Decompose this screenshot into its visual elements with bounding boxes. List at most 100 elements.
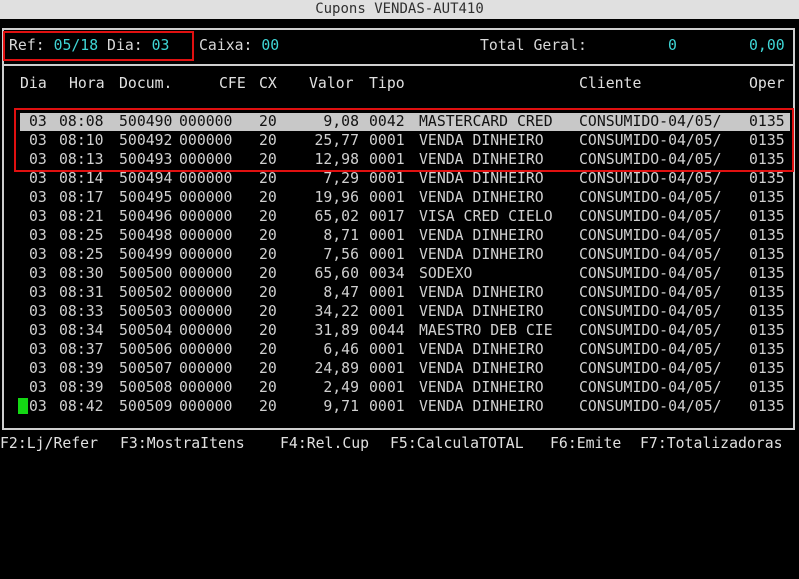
cell-cx: 20 [259, 246, 277, 263]
cell-valor: 8,71 [323, 227, 359, 244]
cell-tipo: VISA CRED CIELO [419, 208, 553, 225]
cell-cx: 20 [259, 398, 277, 415]
cell-hora: 08:39 [59, 379, 104, 396]
cell-hora: 08:39 [59, 360, 104, 377]
cell-cx: 20 [259, 113, 277, 130]
table-row[interactable]: 03 08:39 500507 000000 20 24,89 0001 VENDA DINH… [20, 360, 790, 378]
f5-key[interactable]: F5:CalculaTOTAL [390, 435, 524, 453]
cell-docum: 500500 [119, 265, 173, 282]
table-row[interactable]: 03 08:34 500504 000000 20 31,89 0044 MAESTRO DE… [20, 322, 790, 340]
cell-cfe: 000000 [179, 227, 233, 244]
f4-key[interactable]: F4:Rel.Cup [280, 435, 369, 453]
table-row[interactable]: 03 08:30 500500 000000 20 65,60 0034 SODEXO CONS… [20, 265, 790, 283]
cell-dia: 03 [29, 303, 47, 320]
dia-value[interactable]: 03 [152, 37, 170, 54]
table-row[interactable]: 03 08:21 500496 000000 20 65,02 0017 VISA CRED … [20, 208, 790, 226]
cell-dia: 03 [29, 379, 47, 396]
cell-valor: 7,29 [323, 170, 359, 187]
cell-dia: 03 [29, 265, 47, 282]
table-row[interactable]: 03 08:39 500508 000000 20 2,49 0001 VENDA DINHE… [20, 379, 790, 397]
cell-cfe: 000000 [179, 303, 233, 320]
cell-docum: 500506 [119, 341, 173, 358]
cell-cod: 0001 [369, 303, 405, 320]
cell-oper: 0135 [749, 265, 785, 282]
cell-cfe: 000000 [179, 189, 233, 206]
cell-valor: 12,98 [314, 151, 359, 168]
cell-cx: 20 [259, 189, 277, 206]
cell-cx: 20 [259, 208, 277, 225]
cell-docum: 500503 [119, 303, 173, 320]
cell-oper: 0135 [749, 360, 785, 377]
table-row[interactable]: 03 08:25 500499 000000 20 7,56 0001 VENDA DINHE… [20, 246, 790, 264]
cell-cod: 0001 [369, 170, 405, 187]
col-tipo: Tipo [369, 75, 405, 92]
cell-cx: 20 [259, 265, 277, 282]
ref-dia-field[interactable]: Ref: 05/18 Dia: 03 [9, 37, 169, 55]
table-row[interactable]: 03 08:10 500492 000000 20 25,77 0001 VENDA DINH… [20, 132, 790, 150]
f2-key[interactable]: F2:Lj/Refer [0, 435, 98, 453]
cell-oper: 0135 [749, 151, 785, 168]
cell-tipo: MASTERCARD CRED [419, 113, 553, 130]
cell-hora: 08:25 [59, 246, 104, 263]
f3-key[interactable]: F3:MostraItens [120, 435, 245, 453]
ref-value[interactable]: 05/18 [54, 37, 99, 54]
cell-valor: 6,46 [323, 341, 359, 358]
cell-hora: 08:37 [59, 341, 104, 358]
cell-cod: 0001 [369, 132, 405, 149]
cell-cod: 0034 [369, 265, 405, 282]
cell-cx: 20 [259, 322, 277, 339]
cell-oper: 0135 [749, 170, 785, 187]
cell-oper: 0135 [749, 379, 785, 396]
table-row[interactable]: 03 08:42 500509 000000 20 9,71 0001 VENDA DINHE… [20, 398, 790, 416]
table-row[interactable]: 03 08:37 500506 000000 20 6,46 0001 VENDA DINHE… [20, 341, 790, 359]
table-row[interactable]: 03 08:17 500495 000000 20 19,96 0001 VENDA DINH… [20, 189, 790, 207]
col-hora: Hora [69, 75, 105, 92]
cell-tipo: VENDA DINHEIRO [419, 379, 544, 396]
cell-valor: 31,89 [314, 322, 359, 339]
dia-label: Dia: [107, 37, 143, 54]
cell-dia: 03 [29, 360, 47, 377]
col-docum: Docum. [119, 75, 173, 92]
table-row[interactable]: 03 08:33 500503 000000 20 34,22 0001 VENDA DINH… [20, 303, 790, 321]
cell-hora: 08:33 [59, 303, 104, 320]
cell-cod: 0001 [369, 189, 405, 206]
cell-tipo: VENDA DINHEIRO [419, 398, 544, 415]
text-cursor [18, 398, 28, 414]
cell-valor: 2,49 [323, 379, 359, 396]
total-count: 0 [668, 37, 677, 54]
cell-hora: 08:30 [59, 265, 104, 282]
f6-key[interactable]: F6:Emite [550, 435, 621, 453]
cell-cod: 0001 [369, 151, 405, 168]
cell-cod: 0044 [369, 322, 405, 339]
cell-cfe: 000000 [179, 170, 233, 187]
ref-label: Ref: [9, 37, 45, 54]
f7-key[interactable]: F7:Totalizadoras [640, 435, 783, 453]
cell-oper: 0135 [749, 227, 785, 244]
cell-cfe: 000000 [179, 265, 233, 282]
cell-cliente: CONSUMIDO-04/05/ [579, 341, 722, 358]
table-row[interactable]: 03 08:25 500498 000000 20 8,71 0001 VENDA DINHE… [20, 227, 790, 245]
cell-valor: 8,47 [323, 284, 359, 301]
cell-cx: 20 [259, 341, 277, 358]
cell-dia: 03 [29, 151, 47, 168]
cell-dia: 03 [29, 132, 47, 149]
cell-valor: 25,77 [314, 132, 359, 149]
caixa-field: Caixa: 00 [199, 37, 279, 55]
cell-docum: 500508 [119, 379, 173, 396]
table-row[interactable]: 03 08:13 500493 000000 20 12,98 0001 VENDA DINH… [20, 151, 790, 169]
table-row[interactable]: 03 08:31 500502 000000 20 8,47 0001 VENDA DINHE… [20, 284, 790, 302]
cell-dia: 03 [29, 170, 47, 187]
header-separator [4, 64, 793, 66]
cell-docum: 500493 [119, 151, 173, 168]
table-row[interactable]: 03 08:14 500494 000000 20 7,29 0001 VENDA DINHE… [20, 170, 790, 188]
cell-valor: 24,89 [314, 360, 359, 377]
cell-cliente: CONSUMIDO-04/05/ [579, 360, 722, 377]
cell-docum: 500502 [119, 284, 173, 301]
cell-hora: 08:08 [59, 113, 104, 130]
table-row[interactable]: 03 08:08 500490 000000 20 9,08 0042 MASTERCARD … [20, 113, 790, 131]
cell-tipo: VENDA DINHEIRO [419, 189, 544, 206]
cell-cliente: CONSUMIDO-04/05/ [579, 208, 722, 225]
cell-cliente: CONSUMIDO-04/05/ [579, 303, 722, 320]
cell-docum: 500494 [119, 170, 173, 187]
cell-cx: 20 [259, 360, 277, 377]
